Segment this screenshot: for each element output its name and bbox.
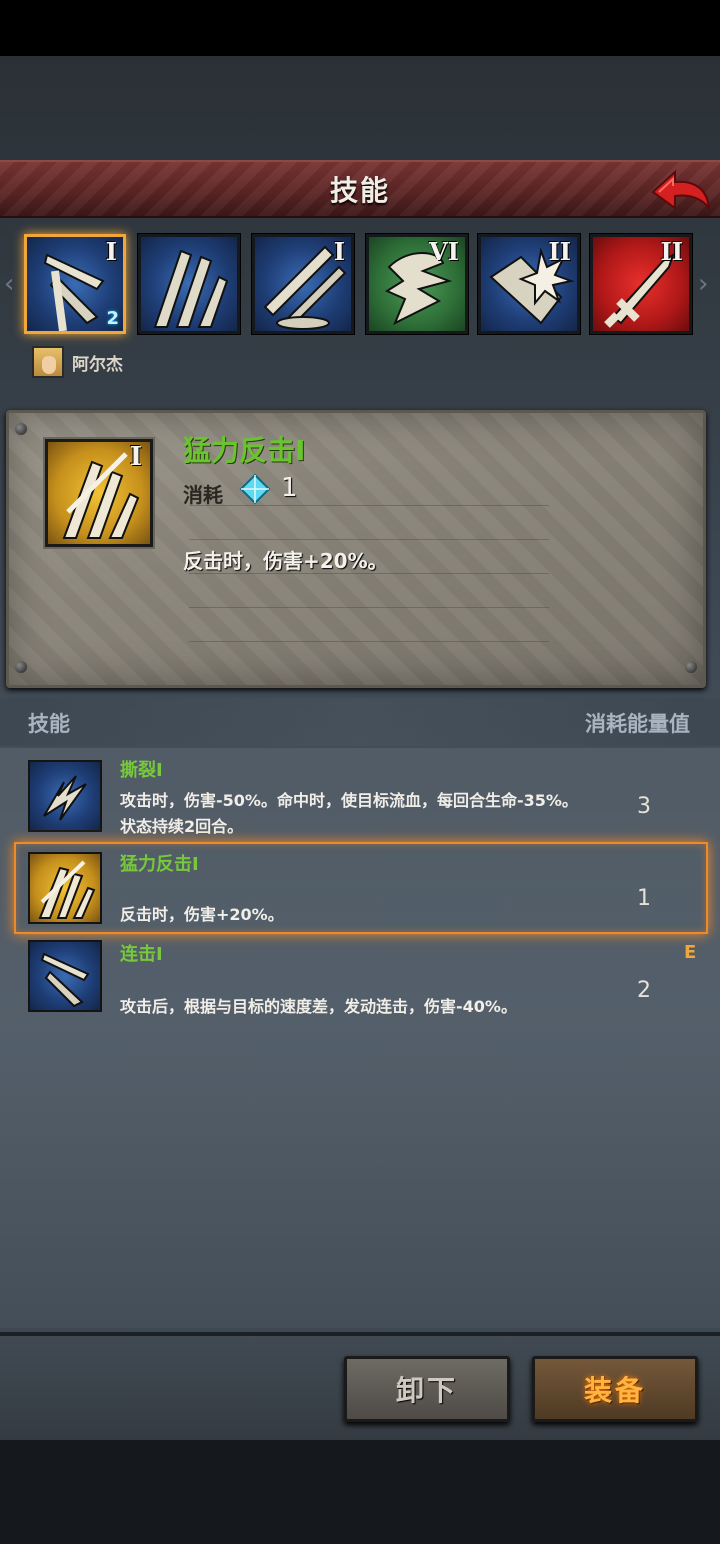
detail-cost-label: 消耗: [183, 483, 223, 507]
skill-name: 猛力反击I: [120, 854, 199, 875]
hero-name: 阿尔杰: [72, 354, 123, 375]
unequip-button[interactable]: 卸下: [344, 1356, 510, 1422]
detail-skill-icon: I: [45, 439, 153, 547]
skill-cost: 2: [637, 978, 651, 1003]
skill-detail-card: I 猛力反击I 消耗 1 反击时，伤害+20%。: [6, 410, 706, 688]
hero-portrait-icon: [32, 346, 64, 378]
skill-list-header: 技能 消耗能量值: [0, 698, 720, 746]
slot-rank: II: [660, 237, 683, 266]
page-title: 技能: [329, 174, 390, 207]
skill-name: 连击I: [120, 944, 163, 965]
energy-crystal-icon: [239, 473, 271, 505]
rivet: [15, 661, 27, 673]
detail-description: 反击时，伤害+20%。: [183, 549, 388, 573]
slot-rank: I: [105, 237, 117, 266]
status-bar-area: [0, 0, 720, 56]
system-nav-area: [0, 1440, 720, 1544]
skill-name: 撕裂I: [120, 760, 163, 781]
counter-strike-icon: [28, 852, 102, 924]
skill-slot-3[interactable]: I: [252, 234, 354, 334]
skill-slot-4[interactable]: VI: [366, 234, 468, 334]
hero-info: 阿尔杰: [32, 346, 123, 378]
back-arrow-icon: [651, 169, 711, 212]
skill-slot-1[interactable]: I 2: [24, 234, 126, 334]
detail-cost-value: 1: [281, 473, 298, 503]
slot-rank: I: [333, 237, 345, 266]
skill-row-combo[interactable]: 连击I 攻击后，根据与目标的速度差，发动连击，伤害-40%。 2: [0, 932, 720, 1018]
skill-row-tear[interactable]: 撕裂I 攻击时，伤害-50%。命中时，使目标流血，每回合生命-35%。状态持续2…: [0, 748, 720, 836]
column-skill: 技能: [28, 712, 70, 736]
skill-row-counter[interactable]: 猛力反击I 反击时，伤害+20%。 1: [0, 842, 720, 934]
title-bar: 技能: [0, 160, 720, 218]
scroll-right-icon[interactable]: ›: [698, 268, 714, 300]
skill-slot-2[interactable]: [138, 234, 240, 334]
back-button[interactable]: [648, 166, 712, 214]
combo-blade-icon: [28, 940, 102, 1012]
skill-description: 反击时，伤害+20%。: [120, 905, 284, 924]
claw-strike-icon: [153, 249, 229, 328]
rivet: [15, 423, 27, 435]
skill-slot-5[interactable]: II: [478, 234, 580, 334]
skill-description: 攻击后，根据与目标的速度差，发动连击，伤害-40%。: [120, 997, 517, 1016]
detail-rank: I: [129, 442, 142, 472]
skill-description: 攻击时，伤害-50%。命中时，使目标流血，每回合生命-35%。状态持续2回合。: [120, 791, 578, 836]
skill-cost: 3: [637, 794, 651, 819]
equip-button[interactable]: 装备: [532, 1356, 698, 1422]
slot-rank: II: [548, 237, 571, 266]
slot-rank: VI: [429, 237, 459, 266]
slot-level-badge: 2: [106, 308, 119, 329]
skill-cost: 1: [637, 886, 651, 911]
column-energy-cost: 消耗能量值: [585, 712, 690, 736]
rivet: [685, 661, 697, 673]
skill-slot-6[interactable]: II: [590, 234, 692, 334]
bleed-claw-icon: [28, 760, 102, 832]
scroll-left-icon[interactable]: ‹: [4, 268, 20, 300]
detail-skill-name: 猛力反击I: [183, 434, 306, 467]
